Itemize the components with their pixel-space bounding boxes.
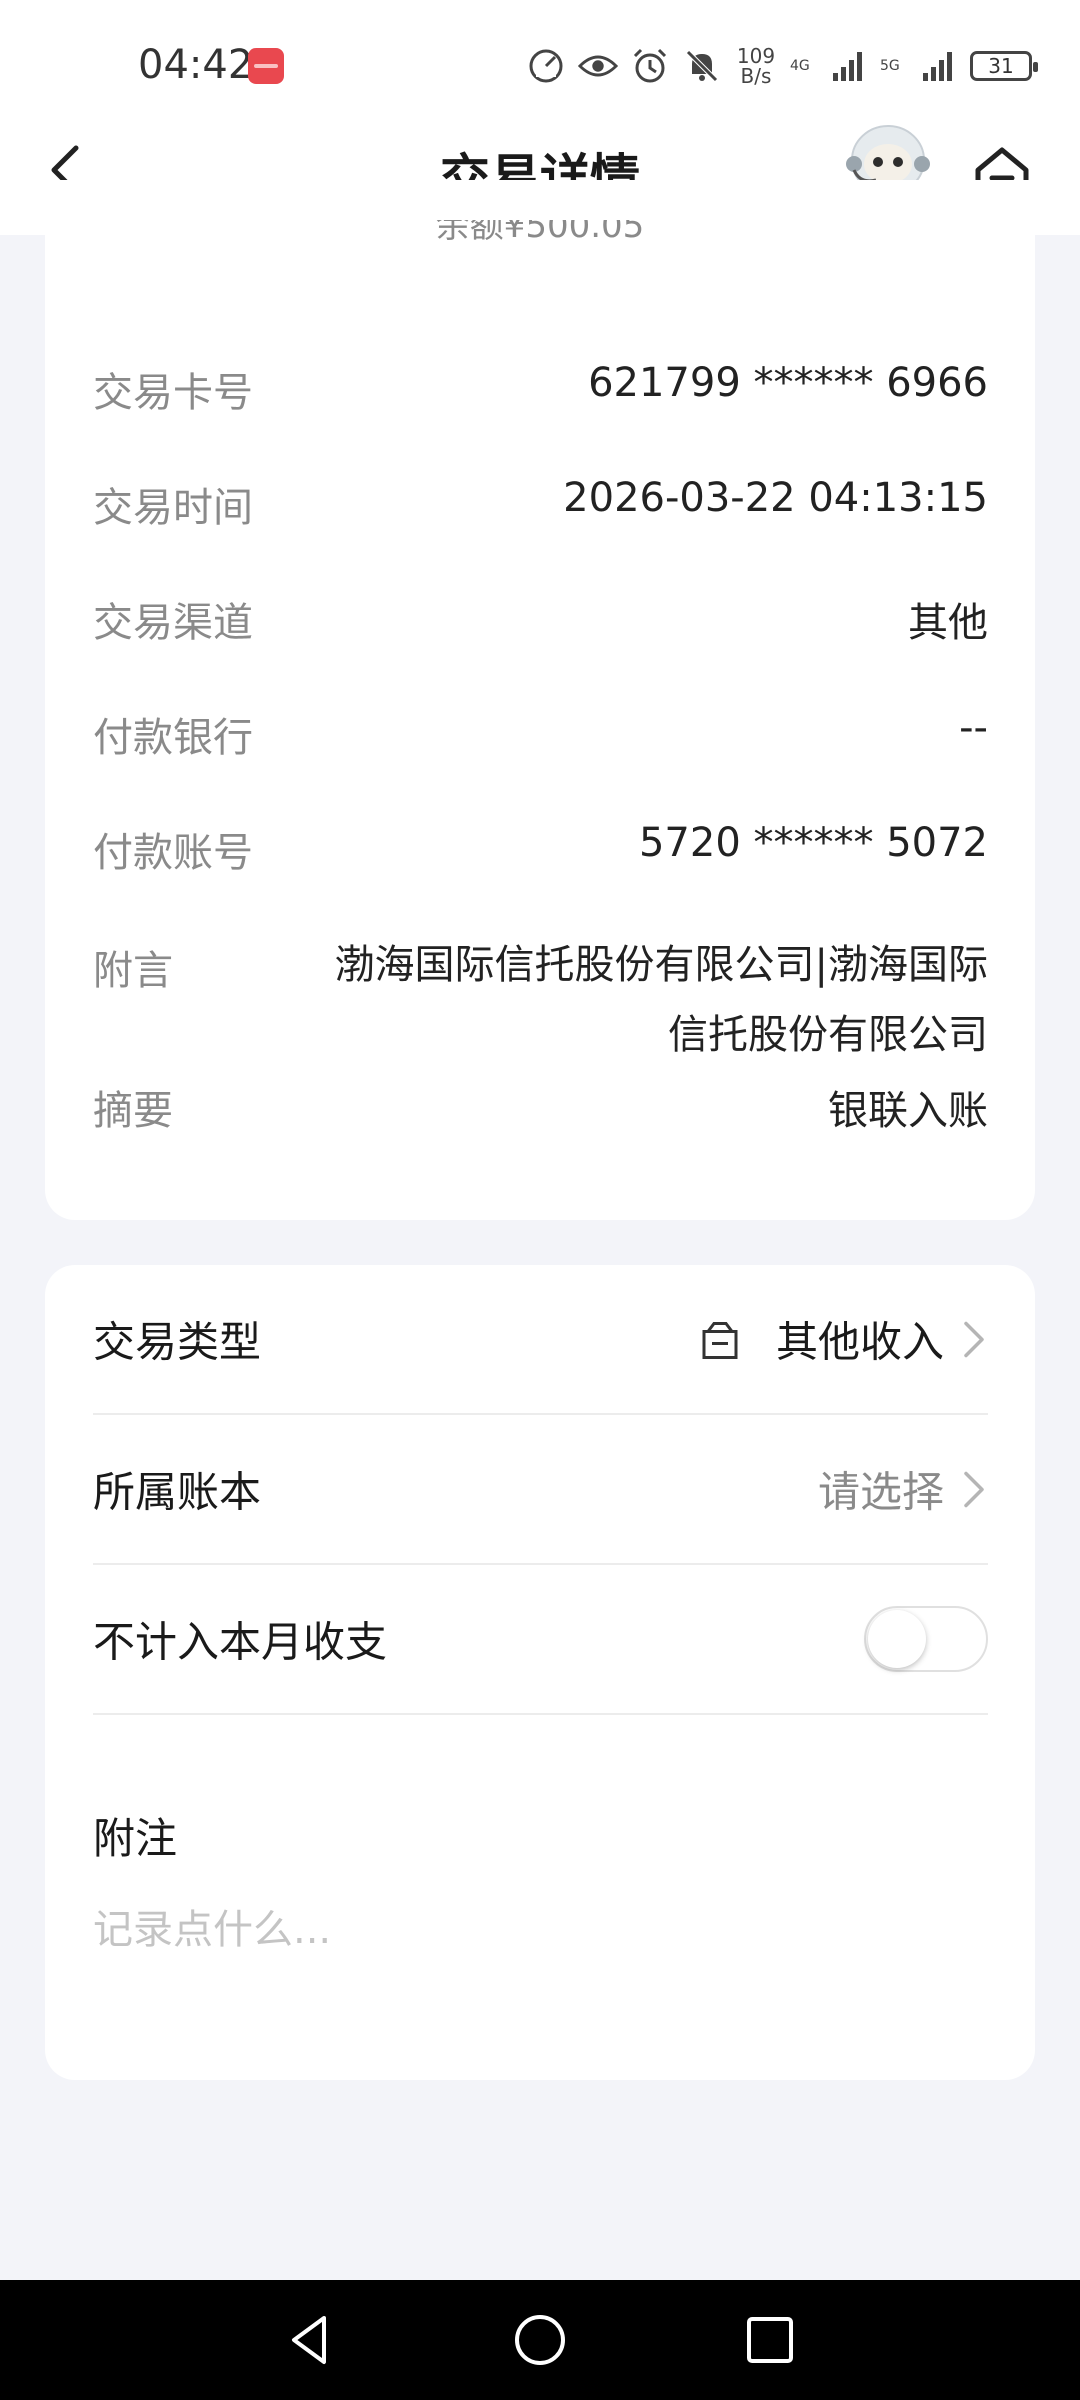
detail-value: 其他: [908, 600, 988, 646]
detail-label: 付款银行: [93, 715, 253, 761]
detail-label: 交易卡号: [93, 370, 253, 416]
chevron-right-icon: [964, 1321, 984, 1357]
nav-home-button[interactable]: [510, 2310, 570, 2370]
exclude-monthly-control: [864, 1606, 988, 1672]
transaction-type-selector[interactable]: 其他收入: [698, 1309, 988, 1370]
system-navigation-bar: [0, 2280, 1080, 2400]
signal-icon: [828, 46, 868, 86]
chevron-right-icon: [964, 1471, 984, 1507]
account-book-selector[interactable]: 请选择: [818, 1459, 988, 1520]
toggle-knob: [868, 1610, 926, 1668]
account-book-row[interactable]: 所属账本 请选择: [93, 1415, 988, 1565]
detail-label: 交易渠道: [93, 600, 253, 646]
detail-label: 交易时间: [93, 485, 253, 531]
detail-label: 摘要: [93, 1088, 173, 1134]
detail-value: --: [959, 705, 988, 751]
transaction-type-label: 交易类型: [93, 1317, 262, 1367]
status-time: 04:42: [138, 42, 254, 88]
detail-label: 付款账号: [93, 830, 253, 876]
status-icons: 109 B/s 4G 5G 31: [526, 40, 1038, 92]
income-category-icon: [702, 1321, 738, 1359]
note-input[interactable]: [93, 1890, 988, 1970]
detail-value: 621799 ****** 6966: [588, 360, 988, 406]
network-speed-unit: B/s: [740, 64, 772, 88]
detail-value: 5720 ****** 5072: [638, 820, 988, 866]
network-type-1: 4G: [790, 58, 810, 74]
speedometer-icon: [526, 46, 566, 86]
signal-icon: [918, 46, 958, 86]
alarm-icon: [630, 46, 670, 86]
account-book-label: 所属账本: [93, 1467, 262, 1517]
exclude-monthly-label: 不计入本月收支: [93, 1617, 388, 1667]
transaction-settings-card: 交易类型 其他收入 所属账本 请选择 不计入本月收支 附注: [45, 1265, 1035, 2080]
exclude-monthly-row: 不计入本月收支: [93, 1565, 988, 1715]
nav-recents-button[interactable]: [740, 2310, 800, 2370]
transaction-type-row[interactable]: 交易类型 其他收入: [93, 1265, 988, 1415]
square-recents-icon: [747, 2317, 793, 2363]
transaction-type-value: 其他收入: [775, 1317, 944, 1367]
eye-icon: [578, 46, 618, 86]
detail-label: 附言: [93, 948, 173, 994]
circle-home-icon: [515, 2315, 565, 2365]
network-speed: 109 B/s: [734, 46, 778, 86]
network-type-2: 5G: [880, 58, 900, 74]
nav-back-button[interactable]: [280, 2310, 340, 2370]
bell-off-icon: [682, 46, 722, 86]
triangle-back-icon: [292, 2316, 326, 2364]
account-book-value: 请选择: [817, 1467, 944, 1517]
note-label: 附注: [93, 1814, 178, 1863]
balance-peek: 余额¥500.05: [435, 220, 645, 244]
detail-value: 银联入账: [828, 1088, 988, 1134]
detail-value: 渤海国际信托股份有限公司|渤海国际信托股份有限公司: [334, 942, 988, 1058]
app-notification-icon: [248, 48, 284, 84]
battery-icon: 31: [970, 51, 1038, 81]
screen: 04:42 109 B/s 4G 5G 31 交易详情 余额¥500.05 交易…: [0, 0, 1080, 2400]
exclude-monthly-toggle[interactable]: [864, 1606, 988, 1672]
transaction-detail-card: 余额¥500.05 交易卡号 621799 ****** 6966 交易时间 2…: [45, 180, 1035, 1220]
detail-value: 2026-03-22 04:13:15: [563, 475, 988, 521]
